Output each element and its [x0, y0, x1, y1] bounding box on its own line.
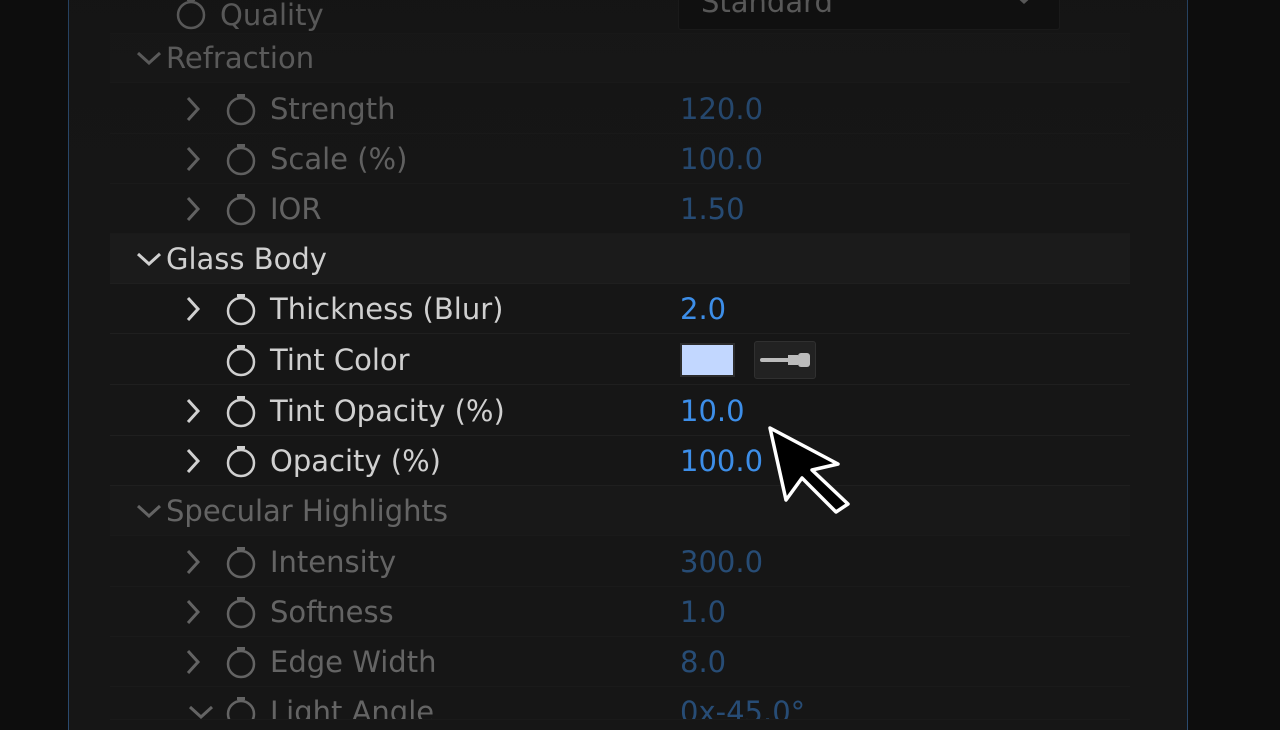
- stopwatch-icon[interactable]: [224, 545, 258, 579]
- property-value[interactable]: 300.0: [680, 537, 763, 587]
- property-row-opacity: Opacity (%) 100.0: [110, 436, 1130, 486]
- quality-dropdown-value: Standard: [701, 0, 833, 19]
- section-glass-body[interactable]: Glass Body: [110, 234, 1130, 284]
- property-row-intensity: Intensity 300.0: [110, 537, 1130, 587]
- property-label: Tint Opacity (%): [270, 394, 505, 428]
- stopwatch-icon[interactable]: [224, 142, 258, 176]
- chevron-down-icon[interactable]: [186, 687, 216, 719]
- stopwatch-icon[interactable]: [224, 192, 258, 226]
- quality-dropdown[interactable]: Standard: [678, 0, 1060, 30]
- property-row-tint-color: Tint Color: [110, 335, 1130, 385]
- property-value[interactable]: 1.0: [680, 587, 726, 637]
- stopwatch-icon[interactable]: [224, 292, 258, 326]
- section-label: Specular Highlights: [166, 494, 448, 528]
- property-row-edge-width: Edge Width 8.0: [110, 637, 1130, 687]
- chevron-right-icon[interactable]: [178, 84, 208, 134]
- stopwatch-icon[interactable]: [224, 695, 258, 720]
- property-label: Softness: [270, 595, 394, 629]
- chevron-down-icon: [1019, 0, 1029, 5]
- mouse-pointer-icon: [768, 426, 850, 514]
- property-value[interactable]: 8.0: [680, 637, 726, 687]
- property-label: Intensity: [270, 545, 397, 579]
- property-value[interactable]: 1.50: [680, 184, 745, 234]
- property-row-light-angle: Light Angle 0x-45.0°: [110, 687, 1130, 720]
- property-label: Strength: [270, 92, 396, 126]
- property-label: Opacity (%): [270, 444, 441, 478]
- property-label: Edge Width: [270, 645, 437, 679]
- property-label: Thickness (Blur): [270, 292, 504, 326]
- chevron-down-icon[interactable]: [134, 234, 164, 284]
- property-row-quality: Quality Standard: [110, 0, 1130, 34]
- property-value[interactable]: 0x-45.0°: [680, 687, 805, 719]
- chevron-right-icon[interactable]: [178, 537, 208, 587]
- stopwatch-icon[interactable]: [224, 444, 258, 478]
- stopwatch-icon[interactable]: [224, 343, 258, 377]
- property-label: Light Angle: [270, 695, 435, 720]
- property-row-strength: Strength 120.0: [110, 84, 1130, 134]
- chevron-right-icon[interactable]: [178, 184, 208, 234]
- property-value[interactable]: 120.0: [680, 84, 763, 134]
- property-row-tint-opacity: Tint Opacity (%) 10.0: [110, 386, 1130, 436]
- chevron-right-icon[interactable]: [178, 386, 208, 436]
- chevron-right-icon[interactable]: [178, 587, 208, 637]
- stopwatch-icon[interactable]: [224, 595, 258, 629]
- section-refraction[interactable]: Refraction: [110, 33, 1130, 83]
- chevron-right-icon[interactable]: [178, 436, 208, 486]
- section-label: Refraction: [166, 41, 315, 75]
- property-row-thickness: Thickness (Blur) 2.0: [110, 284, 1130, 334]
- property-label: Tint Color: [270, 343, 410, 377]
- chevron-down-icon[interactable]: [134, 486, 164, 536]
- property-row-softness: Softness 1.0: [110, 587, 1130, 637]
- property-value[interactable]: 10.0: [680, 386, 745, 436]
- property-row-scale: Scale (%) 100.0: [110, 134, 1130, 184]
- chevron-down-icon[interactable]: [134, 33, 164, 83]
- stopwatch-icon[interactable]: [174, 0, 208, 30]
- chevron-right-icon[interactable]: [178, 134, 208, 184]
- stopwatch-icon[interactable]: [224, 92, 258, 126]
- property-label: Scale (%): [270, 142, 408, 176]
- property-label: IOR: [270, 192, 322, 226]
- chevron-right-icon[interactable]: [178, 637, 208, 687]
- section-label: Glass Body: [166, 242, 327, 276]
- property-value[interactable]: 2.0: [680, 284, 726, 334]
- property-value[interactable]: 100.0: [680, 134, 763, 184]
- tint-color-swatch[interactable]: [680, 343, 735, 377]
- chevron-right-icon[interactable]: [178, 284, 208, 334]
- property-value[interactable]: 100.0: [680, 436, 763, 486]
- stopwatch-icon[interactable]: [224, 645, 258, 679]
- section-specular-highlights[interactable]: Specular Highlights: [110, 486, 1130, 536]
- property-row-ior: IOR 1.50: [110, 184, 1130, 234]
- eyedropper-icon: [760, 353, 810, 367]
- stopwatch-icon[interactable]: [224, 394, 258, 428]
- eyedropper-button[interactable]: [754, 341, 816, 379]
